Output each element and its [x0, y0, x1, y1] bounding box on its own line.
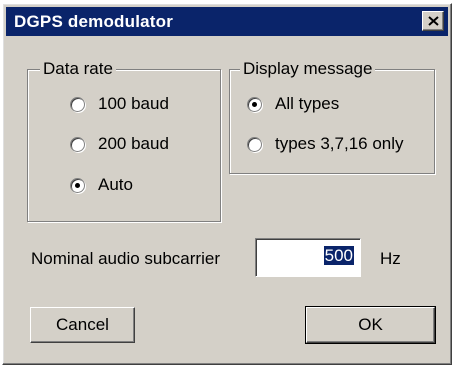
subcarrier-input[interactable]: 500 — [255, 238, 361, 277]
radio-types-3-7-16-circle[interactable] — [247, 136, 262, 152]
radio-all-types-circle[interactable] — [247, 96, 262, 112]
radio-all-types[interactable]: All types — [247, 93, 339, 115]
radio-types-3-7-16-label: types 3,7,16 only — [275, 134, 404, 153]
radio-100-baud[interactable]: 100 baud — [70, 93, 169, 115]
radio-100-baud-label: 100 baud — [98, 94, 169, 113]
cancel-button[interactable]: Cancel — [30, 307, 135, 343]
subcarrier-label: Nominal audio subcarrier — [31, 249, 220, 268]
dgps-demodulator-dialog: DGPS demodulator Data rate 100 baud 200 … — [2, 3, 452, 365]
display-message-group: Display message All types types 3,7,16 o… — [229, 59, 435, 174]
window-title: DGPS demodulator — [14, 12, 174, 31]
radio-types-3-7-16[interactable]: types 3,7,16 only — [247, 133, 404, 155]
data-rate-group: Data rate 100 baud 200 baud Auto — [27, 59, 221, 222]
radio-auto-circle[interactable] — [70, 177, 85, 193]
radio-all-types-label: All types — [275, 94, 340, 113]
close-icon — [428, 16, 439, 26]
radio-200-baud[interactable]: 200 baud — [70, 133, 169, 155]
title-bar[interactable]: DGPS demodulator — [6, 7, 448, 36]
display-message-legend: Display message — [240, 59, 376, 79]
subcarrier-value: 500 — [323, 246, 354, 265]
close-button[interactable] — [422, 11, 444, 31]
ok-button[interactable]: OK — [305, 306, 436, 344]
radio-200-baud-label: 200 baud — [98, 134, 169, 153]
data-rate-legend: Data rate — [40, 59, 116, 79]
radio-100-baud-circle[interactable] — [70, 96, 85, 112]
radio-200-baud-circle[interactable] — [70, 136, 85, 152]
subcarrier-unit: Hz — [380, 249, 401, 268]
radio-auto[interactable]: Auto — [70, 174, 133, 196]
radio-auto-label: Auto — [98, 175, 133, 194]
